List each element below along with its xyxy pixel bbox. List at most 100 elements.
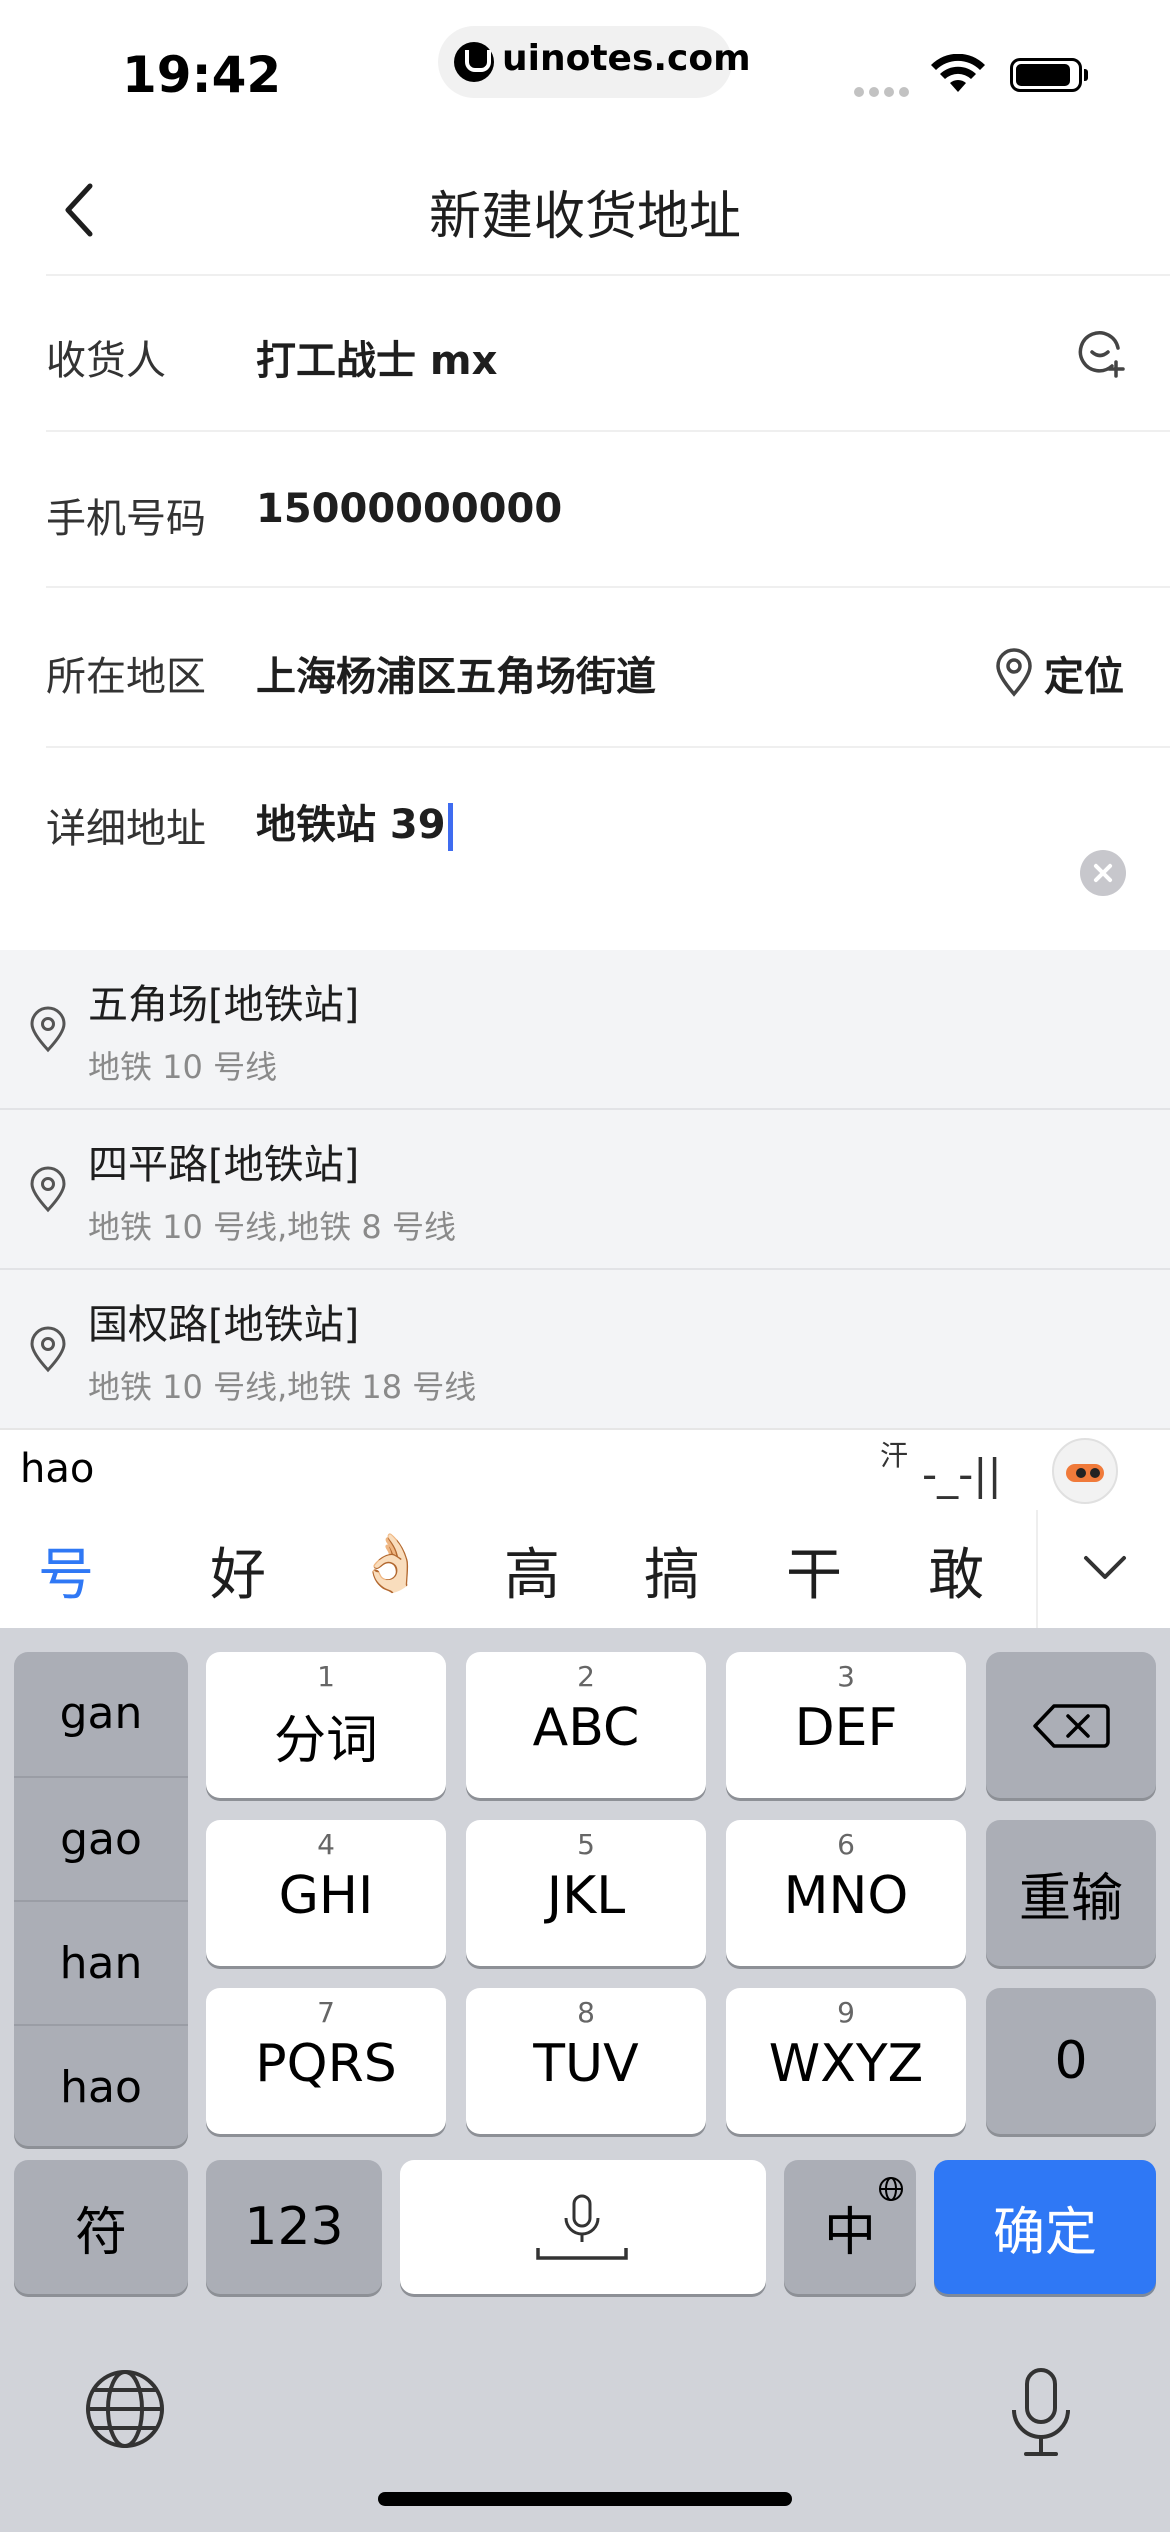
suggestion-detail: 地铁 10 号线,地铁 8 号线 (88, 1208, 456, 1246)
key-label: 0 (1054, 2031, 1088, 2091)
detail-address-input[interactable]: 地铁站 39 (256, 792, 453, 851)
detail-address-label: 详细地址 (46, 806, 206, 852)
candidate-item[interactable]: 敢 (928, 1530, 984, 1611)
key-label: 分词 (273, 1711, 378, 1771)
symbol-button[interactable]: 符 (14, 2160, 188, 2294)
emote-prefix[interactable]: 汗 (880, 1434, 908, 1474)
suggestion-name: 国权路[地铁站] (88, 1302, 360, 1348)
recipient-label: 收货人 (46, 338, 166, 384)
url-text: uinotes.com (502, 38, 751, 79)
key-3[interactable]: 3 DEF (726, 1652, 966, 1798)
candidate-item[interactable]: 高 (504, 1530, 560, 1611)
key-number: 4 (317, 1828, 335, 1861)
key-label: TUV (533, 2034, 639, 2094)
key-label: PQRS (255, 2034, 397, 2094)
location-pin-icon (30, 1166, 66, 1213)
nav-bar: 新建收货地址 (0, 140, 1170, 274)
location-pin-icon[interactable] (994, 648, 1034, 698)
ime-candidate-bar: 号 好 👌🏻 高 搞 干 敢 (0, 1510, 1170, 1628)
ime-mascot-icon[interactable] (1052, 1438, 1118, 1504)
pinyin-option[interactable]: gan (14, 1652, 188, 1776)
key-7[interactable]: 7 PQRS (206, 1988, 446, 2134)
key-number: 3 (837, 1660, 855, 1693)
key-label: WXYZ (768, 2034, 924, 2094)
detail-address-text: 地铁站 39 (256, 802, 446, 848)
pinyin-options: gan gao han hao (14, 1652, 188, 2146)
phone-row[interactable]: 手机号码 15000000000 (46, 430, 1170, 588)
candidate-item[interactable]: 搞 (644, 1530, 700, 1611)
location-pin-icon (30, 1006, 66, 1053)
key-number: 2 (577, 1660, 595, 1693)
backspace-button[interactable] (986, 1652, 1156, 1798)
candidate-item[interactable]: 👌🏻 (356, 1530, 426, 1596)
ime-composition-bar: hao 汗 -_-|| (0, 1428, 1170, 1512)
suggestion-name: 四平路[地铁站] (88, 1142, 360, 1188)
key-label: 123 (244, 2197, 344, 2257)
confirm-button[interactable]: 确定 (934, 2160, 1156, 2294)
key-number: 9 (837, 1996, 855, 2029)
expand-candidates-button[interactable] (1036, 1510, 1170, 1628)
candidate-item[interactable]: 干 (786, 1530, 842, 1611)
globe-small-icon (879, 2177, 903, 2201)
region-label: 所在地区 (46, 654, 206, 700)
key-number: 6 (837, 1828, 855, 1861)
key-label: 确定 (992, 2202, 1097, 2263)
microphone-space-icon (536, 2194, 628, 2260)
pinyin-option[interactable]: hao (14, 2024, 188, 2150)
key-1[interactable]: 1 分词 (206, 1652, 446, 1798)
suggestion-detail: 地铁 10 号线 (88, 1048, 278, 1086)
candidate-item[interactable]: 号 (38, 1530, 94, 1611)
chevron-down-icon (1084, 1556, 1126, 1579)
key-label: JKL (546, 1866, 626, 1926)
dictation-microphone-icon[interactable] (1006, 2366, 1076, 2460)
ime-composition-text: hao (20, 1446, 95, 1492)
globe-icon[interactable] (84, 2368, 166, 2450)
home-indicator[interactable] (378, 2492, 792, 2506)
key-number: 8 (577, 1996, 595, 2029)
key-label: GHI (278, 1866, 374, 1926)
contact-picker-icon[interactable] (1078, 326, 1126, 382)
address-suggestion-list: 五角场[地铁站] 地铁 10 号线 四平路[地铁站] 地铁 10 号线,地铁 8… (0, 950, 1170, 1430)
suggestion-name: 五角场[地铁站] (88, 982, 360, 1028)
suggestion-item[interactable]: 四平路[地铁站] 地铁 10 号线,地铁 8 号线 (0, 1110, 1170, 1270)
location-pin-icon (30, 1326, 66, 1373)
phone-input[interactable]: 15000000000 (256, 486, 562, 532)
space-button[interactable] (400, 2160, 766, 2294)
url-pill[interactable]: uinotes.com (438, 26, 751, 98)
pinyin-option[interactable]: han (14, 1900, 188, 2026)
candidate-item[interactable]: 好 (210, 1530, 266, 1611)
key-4[interactable]: 4 GHI (206, 1820, 446, 1966)
status-bar: 19:42 uinotes.com (0, 0, 1170, 140)
locate-button[interactable]: 定位 (1044, 644, 1124, 702)
key-8[interactable]: 8 TUV (466, 1988, 706, 2134)
key-label: MNO (783, 1866, 909, 1926)
key-number: 5 (577, 1828, 595, 1861)
numeric-mode-button[interactable]: 123 (206, 2160, 382, 2294)
key-2[interactable]: 2 ABC (466, 1652, 706, 1798)
region-row[interactable]: 所在地区 上海杨浦区五角场街道 定位 (46, 586, 1170, 748)
suggestion-detail: 地铁 10 号线,地铁 18 号线 (88, 1368, 477, 1406)
cellular-signal-icon (854, 82, 914, 97)
phone-label: 手机号码 (46, 496, 206, 542)
language-switch-button[interactable]: 中 (784, 2160, 916, 2294)
keyboard: gan gao han hao 1 分词 2 ABC 3 DEF 4 GHI 5… (0, 1628, 1170, 2532)
recipient-row[interactable]: 收货人 打工战士 mx (46, 274, 1170, 432)
key-0[interactable]: 0 (986, 1988, 1156, 2134)
emote-suggestion[interactable]: -_-|| (922, 1450, 1002, 1499)
pinyin-option[interactable]: gao (14, 1776, 188, 1902)
key-number: 7 (317, 1996, 335, 2029)
key-5[interactable]: 5 JKL (466, 1820, 706, 1966)
suggestion-item[interactable]: 国权路[地铁站] 地铁 10 号线,地铁 18 号线 (0, 1270, 1170, 1430)
key-6[interactable]: 6 MNO (726, 1820, 966, 1966)
clear-input-icon[interactable] (1080, 850, 1126, 896)
detail-address-row[interactable]: 详细地址 地铁站 39 (46, 746, 1170, 952)
suggestion-item[interactable]: 五角场[地铁站] 地铁 10 号线 (0, 950, 1170, 1110)
region-value[interactable]: 上海杨浦区五角场街道 (256, 644, 656, 702)
reinput-button[interactable]: 重输 (986, 1820, 1156, 1966)
page-title: 新建收货地址 (428, 187, 741, 247)
recipient-input[interactable]: 打工战士 mx (256, 328, 497, 386)
backspace-icon (1033, 1704, 1110, 1748)
status-time: 19:42 (122, 46, 282, 104)
key-number: 1 (317, 1660, 335, 1693)
key-9[interactable]: 9 WXYZ (726, 1988, 966, 2134)
